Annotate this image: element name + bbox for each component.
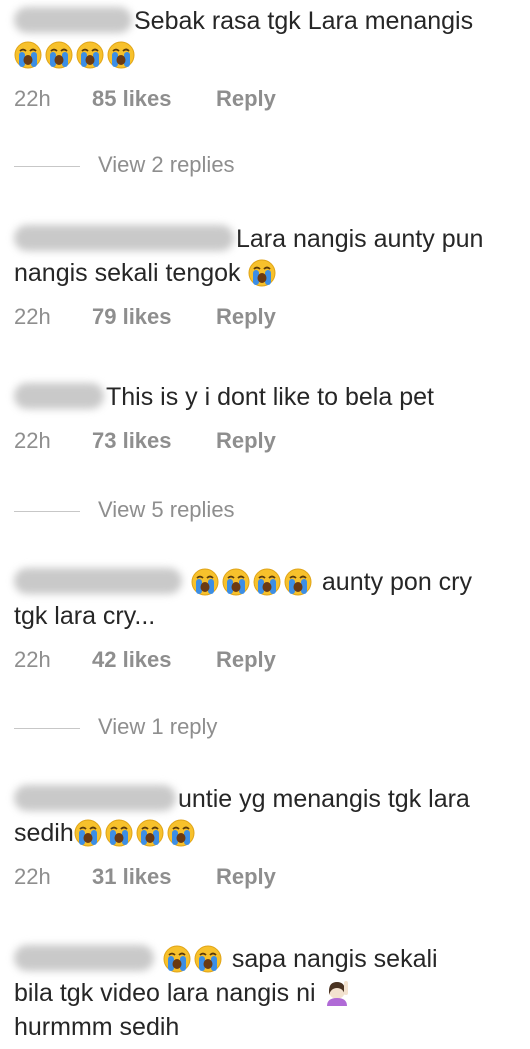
comment: untie yg menangis tgk lara sedih 22h 31 l… <box>14 782 518 892</box>
blurred-username[interactable] <box>14 568 182 594</box>
loudly-crying-face-icon <box>45 41 73 69</box>
blurred-username[interactable] <box>14 785 176 811</box>
comment-time: 22h <box>14 864 51 889</box>
loudly-crying-face-icon <box>284 568 312 596</box>
reply-button[interactable]: Reply <box>216 302 276 332</box>
comment-meta: 22h 79 likes Reply <box>14 302 518 332</box>
comment-meta: 22h 85 likes Reply <box>14 84 518 114</box>
comment-time: 22h <box>14 428 51 453</box>
loudly-crying-face-icon <box>163 945 191 973</box>
comment: Lara nangis aunty pun nangis sekali teng… <box>14 222 518 332</box>
comment-text: Sebak rasa tgk Lara menangis <box>14 4 518 72</box>
comment: sapa nangis sekali bila tgk video lara n… <box>14 942 518 1044</box>
comment-text: aunty pon cry tgk lara cry... <box>14 568 472 630</box>
reply-button[interactable]: Reply <box>216 84 276 114</box>
comment-text: sapa nangis sekali bila tgk video lara n… <box>14 945 438 1041</box>
loudly-crying-face-icon <box>166 819 195 847</box>
comment-meta: 22h 73 likes Reply <box>14 426 518 456</box>
loudly-crying-face-icon <box>107 41 135 69</box>
reply-button[interactable]: Reply <box>216 426 276 456</box>
loudly-crying-face-icon <box>14 41 42 69</box>
blurred-username[interactable] <box>14 945 154 971</box>
comment-text: This is y i dont like to bela pet <box>14 380 518 414</box>
loudly-crying-face-icon <box>104 819 133 847</box>
comment-time: 22h <box>14 304 51 329</box>
view-replies-button[interactable]: View 2 replies <box>14 150 235 180</box>
comment-meta: 22h 31 likes Reply <box>14 862 518 892</box>
divider-line <box>14 510 80 512</box>
loudly-crying-face-icon <box>73 819 102 847</box>
reply-button[interactable]: Reply <box>216 645 276 675</box>
reply-button[interactable]: Reply <box>216 862 276 892</box>
likes-count[interactable]: 79 likes <box>92 302 216 332</box>
blurred-username[interactable] <box>14 7 132 33</box>
comment: This is y i dont like to bela pet 22h 73 … <box>14 380 518 456</box>
comment-text: untie yg menangis tgk lara sedih <box>14 785 470 847</box>
view-replies-button[interactable]: View 5 replies <box>14 495 235 525</box>
loudly-crying-face-icon <box>247 259 276 287</box>
person-raising-hand-icon <box>326 981 348 1006</box>
comment-text: Lara nangis aunty pun nangis sekali teng… <box>14 225 484 287</box>
likes-count[interactable]: 31 likes <box>92 862 216 892</box>
comment: Sebak rasa tgk Lara menangis 22h 85 likes… <box>14 4 518 114</box>
likes-count[interactable]: 73 likes <box>92 426 216 456</box>
emoji-row <box>14 41 138 69</box>
loudly-crying-face-icon <box>253 568 281 596</box>
comment-meta: 22h 42 likes Reply <box>14 645 518 675</box>
view-replies-button[interactable]: View 1 reply <box>14 712 217 742</box>
loudly-crying-face-icon <box>222 568 250 596</box>
blurred-username[interactable] <box>14 225 234 251</box>
loudly-crying-face-icon <box>194 945 222 973</box>
comment: aunty pon cry tgk lara cry... 22h 42 like… <box>14 565 518 675</box>
divider-line <box>14 165 80 167</box>
loudly-crying-face-icon <box>135 819 164 847</box>
loudly-crying-face-icon <box>191 568 219 596</box>
divider-line <box>14 727 80 729</box>
likes-count[interactable]: 85 likes <box>92 84 216 114</box>
comment-time: 22h <box>14 86 51 111</box>
comment-time: 22h <box>14 647 51 672</box>
loudly-crying-face-icon <box>76 41 104 69</box>
blurred-username[interactable] <box>14 383 104 409</box>
likes-count[interactable]: 42 likes <box>92 645 216 675</box>
